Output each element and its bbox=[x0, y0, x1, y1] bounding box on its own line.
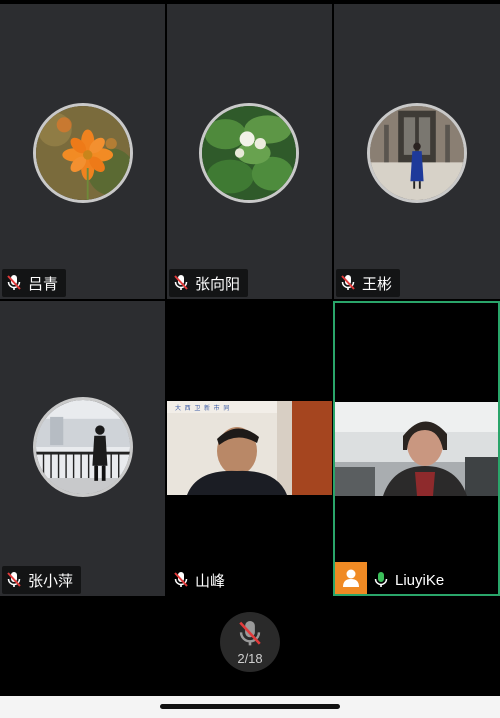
participant-grid: 吕青 张向阳 王彬 张小萍 大 西 卫 新 市 同 山峰 LiuyiKe bbox=[0, 0, 500, 600]
home-bar-area bbox=[0, 696, 500, 718]
flower-photo bbox=[36, 106, 130, 200]
avatar bbox=[367, 103, 467, 203]
user-icon bbox=[335, 562, 367, 594]
name-tag: 张小萍 bbox=[2, 566, 82, 594]
lotus-photo bbox=[202, 106, 296, 200]
participant-name: 张向阳 bbox=[195, 275, 241, 293]
participant-tile[interactable]: 王彬 bbox=[334, 4, 500, 299]
avatar bbox=[199, 103, 299, 203]
page-indicator: 2/18 bbox=[237, 650, 263, 666]
microphone-icon bbox=[374, 572, 388, 587]
video-feed bbox=[335, 402, 498, 496]
person-doorway-photo bbox=[370, 106, 464, 200]
participant-tile[interactable]: 大 西 卫 新 市 同 山峰 bbox=[167, 301, 332, 596]
microphone-muted-icon bbox=[174, 275, 188, 290]
mute-toggle-button[interactable]: 2/18 bbox=[220, 612, 280, 672]
participant-tile[interactable]: 吕青 bbox=[0, 4, 165, 299]
video-feed: 大 西 卫 新 市 同 bbox=[167, 401, 332, 495]
microphone-muted-icon bbox=[7, 275, 21, 290]
participant-tile-active[interactable]: LiuyiKe bbox=[333, 301, 500, 596]
name-tag: 吕青 bbox=[2, 269, 67, 297]
name-tag: LiuyiKe bbox=[369, 566, 452, 594]
avatar bbox=[33, 397, 133, 497]
home-indicator[interactable] bbox=[160, 704, 340, 709]
microphone-muted-icon bbox=[7, 572, 21, 587]
video-frame-woman bbox=[335, 402, 498, 496]
participant-tile[interactable]: 张向阳 bbox=[167, 4, 332, 299]
microphone-muted-icon bbox=[239, 620, 261, 645]
name-tag: 王彬 bbox=[336, 269, 401, 297]
person-railing-photo bbox=[36, 400, 130, 494]
microphone-muted-icon bbox=[174, 572, 188, 587]
participant-name: LiuyiKe bbox=[395, 571, 445, 589]
participant-name: 王彬 bbox=[362, 275, 393, 293]
microphone-muted-icon bbox=[341, 275, 355, 290]
name-tag: 张向阳 bbox=[169, 269, 249, 297]
name-tag: 山峰 bbox=[169, 566, 234, 594]
participant-tile[interactable]: 张小萍 bbox=[0, 301, 165, 596]
participant-name: 吕青 bbox=[28, 275, 59, 293]
video-frame-man bbox=[167, 401, 332, 495]
video-caption: 大 西 卫 新 市 同 bbox=[175, 406, 231, 412]
participant-name: 山峰 bbox=[195, 572, 226, 590]
avatar bbox=[33, 103, 133, 203]
participant-name: 张小萍 bbox=[28, 572, 74, 590]
